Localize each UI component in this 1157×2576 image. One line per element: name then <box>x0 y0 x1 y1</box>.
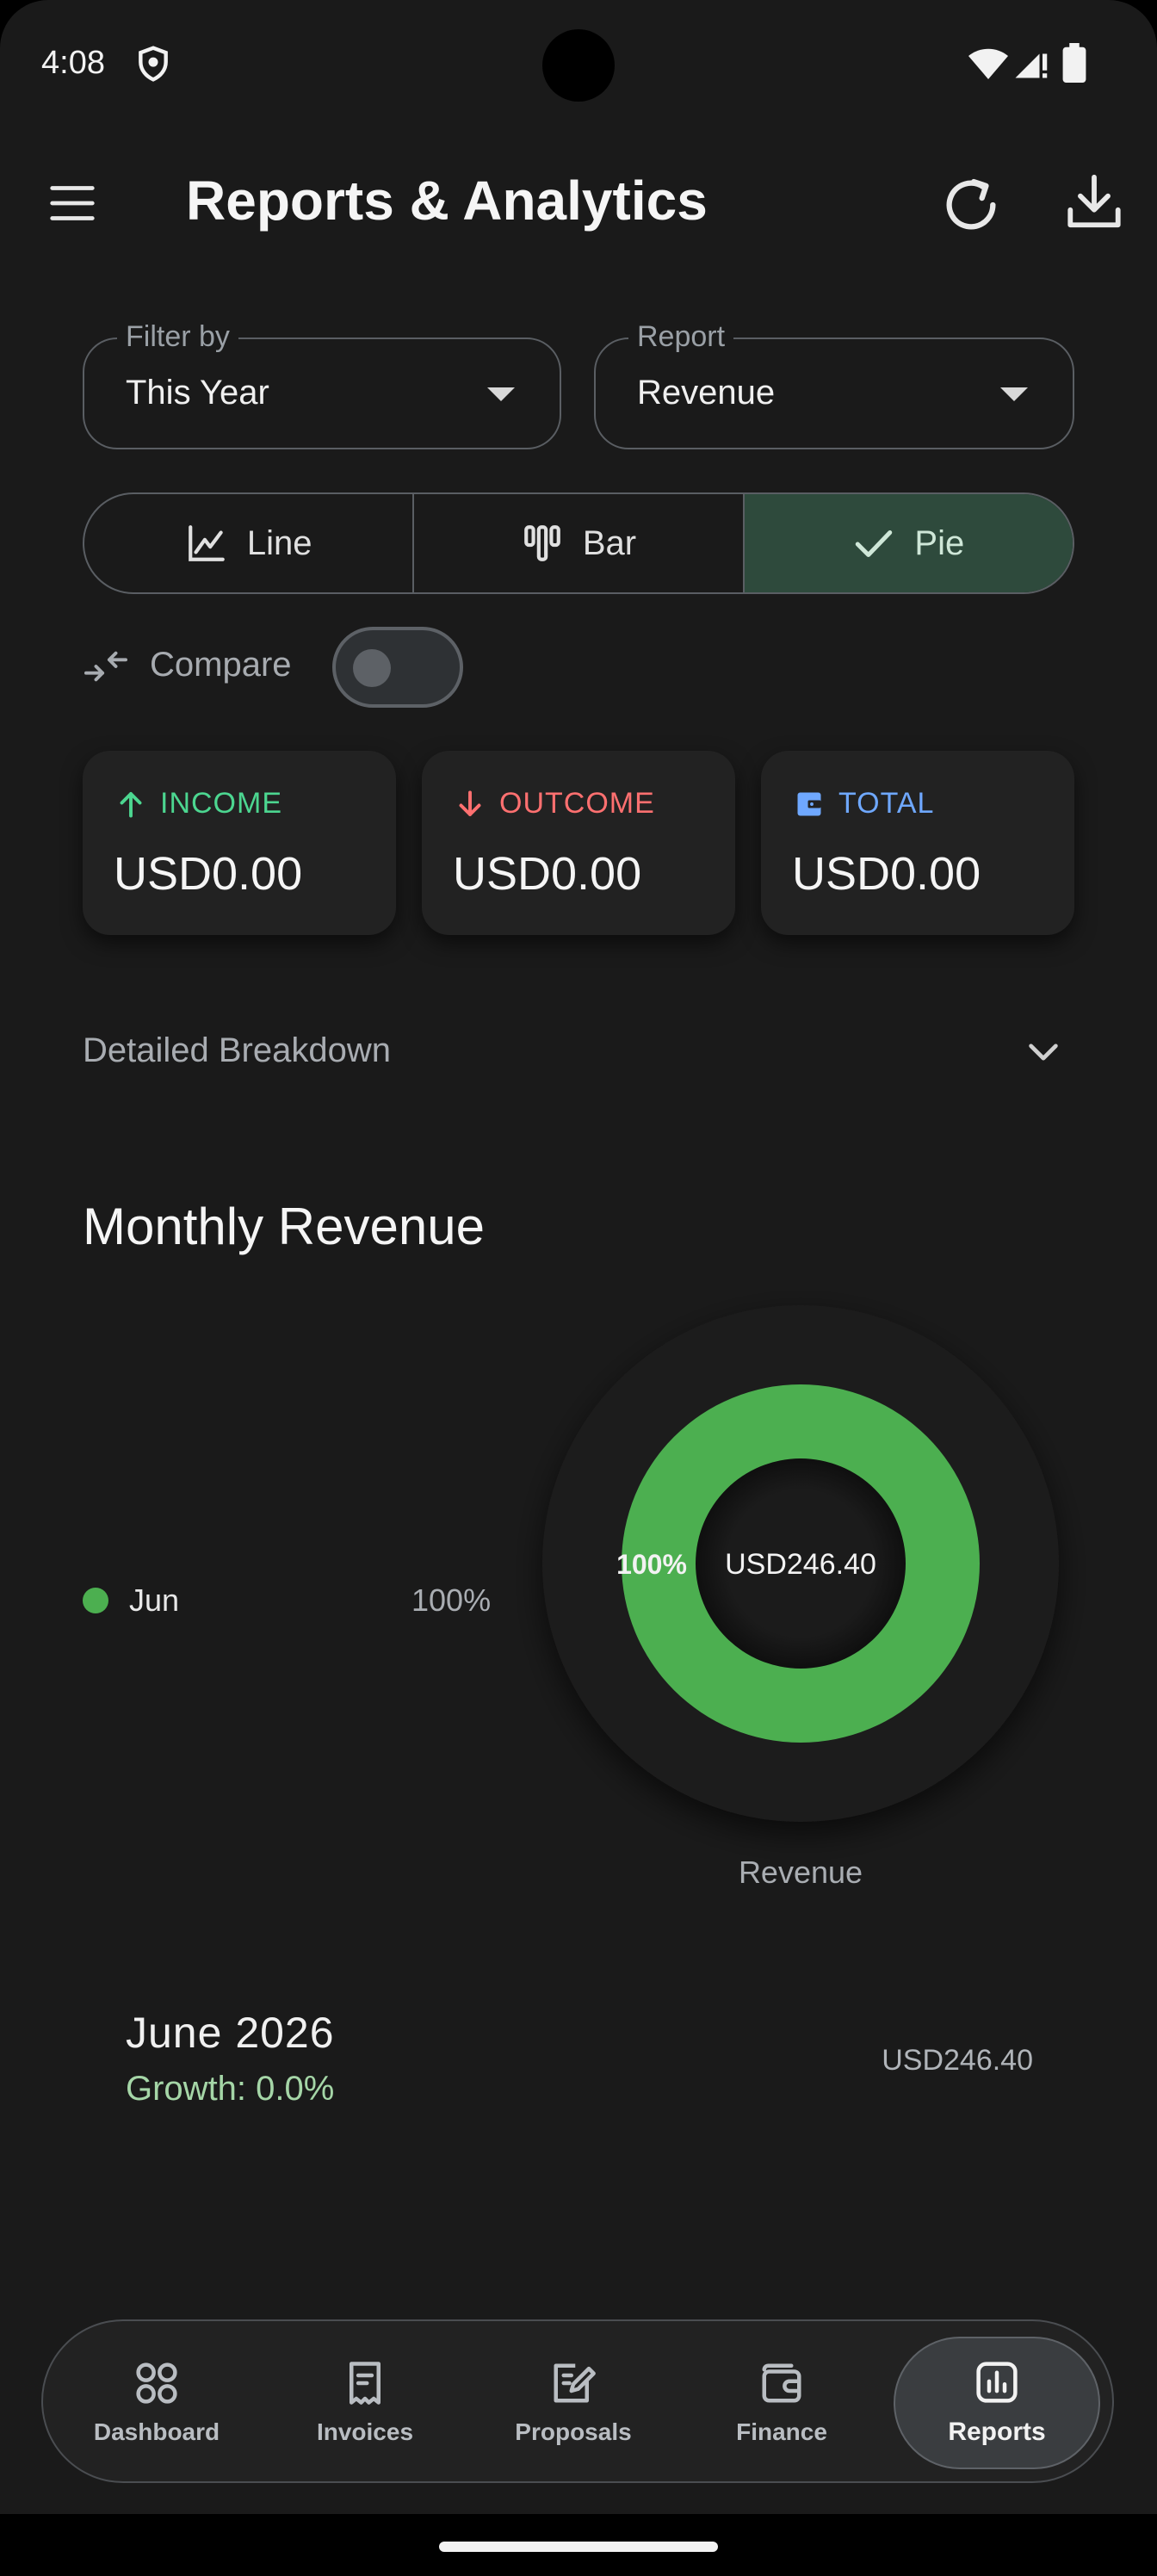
outcome-value: USD0.00 <box>453 848 642 900</box>
invoice-icon <box>350 2362 381 2405</box>
proposal-icon <box>554 2363 596 2403</box>
wallet-icon <box>762 2363 801 2403</box>
arrow-down-icon <box>459 790 481 816</box>
segment-bar[interactable]: Bar <box>414 494 745 592</box>
filter-by-value: This Year <box>126 374 269 412</box>
nav-reports[interactable]: Reports <box>894 2337 1100 2469</box>
filter-by-dropdown[interactable]: Filter by This Year <box>83 320 561 449</box>
income-value: USD0.00 <box>114 848 303 900</box>
battery-icon <box>1062 43 1086 83</box>
report-label: Report <box>628 320 734 354</box>
detailed-breakdown-label: Detailed Breakdown <box>83 1031 391 1069</box>
outcome-card-header: OUTCOME <box>455 787 655 820</box>
chart-type-selector: Line Bar Pie <box>83 492 1074 594</box>
dashboard-icon <box>136 2362 177 2404</box>
compare-arrows-icon <box>84 651 127 682</box>
legend-label: Jun <box>129 1582 180 1618</box>
camera-cutout <box>542 29 615 102</box>
toggle-knob <box>353 649 391 687</box>
caret-down-icon <box>487 387 515 401</box>
nav-invoices[interactable]: Invoices <box>263 2321 467 2485</box>
pie-center-label: USD246.40 <box>725 1548 876 1581</box>
income-card-header: INCOME <box>115 787 282 820</box>
outcome-label: OUTCOME <box>499 787 655 820</box>
month-growth: Growth: 0.0% <box>126 2070 335 2108</box>
app-screen: 4:08 Reports & Analytics Filter by This … <box>0 0 1157 2514</box>
wallet-icon <box>797 792 821 815</box>
nav-finance[interactable]: Finance <box>680 2321 883 2485</box>
bottom-nav: Dashboard Invoices Proposals Finance Rep… <box>41 2319 1114 2483</box>
status-time: 4:08 <box>41 45 105 81</box>
chart-caption: Revenue <box>738 1855 863 1890</box>
outcome-card: OUTCOME USD0.00 <box>422 751 735 935</box>
report-value: Revenue <box>637 374 776 412</box>
legend-swatch <box>83 1588 108 1613</box>
nav-proposals[interactable]: Proposals <box>472 2321 675 2485</box>
caret-down-icon <box>1000 387 1028 401</box>
arrow-up-icon <box>120 791 142 817</box>
income-card: INCOME USD0.00 <box>83 751 396 935</box>
total-label: TOTAL <box>838 787 935 820</box>
line-chart-icon <box>189 525 225 561</box>
total-value: USD0.00 <box>792 848 981 900</box>
month-title: June 2026 <box>126 2009 335 2057</box>
compare-label: Compare <box>150 646 292 684</box>
segment-pie[interactable]: Pie <box>744 494 1073 592</box>
nav-reports-label: Reports <box>948 2418 1046 2446</box>
nav-proposals-label: Proposals <box>515 2418 632 2445</box>
filter-by-label: Filter by <box>117 320 238 354</box>
refresh-icon[interactable] <box>938 172 1004 238</box>
total-card: TOTAL USD0.00 <box>761 751 1074 935</box>
compare-toggle[interactable] <box>332 627 463 708</box>
page-title: Reports & Analytics <box>186 170 708 232</box>
income-label: INCOME <box>160 787 282 820</box>
wifi-icon <box>968 48 1008 79</box>
check-icon <box>856 530 893 558</box>
chevron-down-icon <box>1029 1043 1058 1061</box>
chart-title: Monthly Revenue <box>83 1198 485 1255</box>
nav-finance-label: Finance <box>736 2418 827 2445</box>
segment-line-label: Line <box>246 523 312 562</box>
shield-icon <box>139 46 168 82</box>
donut-chart: USD246.40 100% <box>542 1305 1059 1822</box>
menu-icon[interactable] <box>48 179 96 227</box>
nav-dashboard[interactable]: Dashboard <box>55 2321 258 2485</box>
home-indicator[interactable] <box>439 2542 718 2552</box>
reports-icon <box>976 2362 1018 2403</box>
status-bar: 4:08 <box>0 0 1157 131</box>
total-card-header: TOTAL <box>794 787 934 820</box>
pie-labels: 100% <box>616 1549 687 1580</box>
download-icon[interactable] <box>1064 172 1124 232</box>
signal-icon <box>1015 53 1048 78</box>
legend-percent: 100% <box>411 1582 492 1618</box>
segment-bar-label: Bar <box>582 523 637 562</box>
segment-line[interactable]: Line <box>84 494 415 592</box>
pie-percent-label: 100% <box>616 1549 687 1580</box>
bar-chart-icon <box>524 525 560 561</box>
report-dropdown[interactable]: Report Revenue <box>594 320 1074 449</box>
nav-dashboard-label: Dashboard <box>93 2418 220 2445</box>
month-amount: USD246.40 <box>882 2044 1033 2077</box>
nav-invoices-label: Invoices <box>316 2418 414 2445</box>
segment-pie-label: Pie <box>914 523 965 562</box>
